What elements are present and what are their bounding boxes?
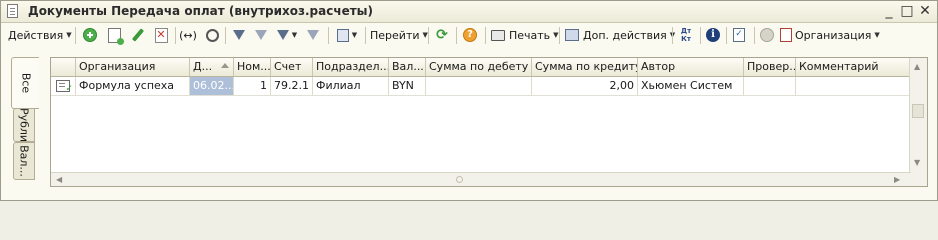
col-header-division[interactable]: Подраздел... — [313, 58, 389, 76]
copy-button[interactable] — [104, 24, 124, 46]
col-header-debit-sum[interactable]: Сумма по дебету — [426, 58, 532, 76]
clear-filter-icon — [307, 30, 319, 40]
tab-all[interactable]: Все — [11, 57, 39, 109]
organization-menu-button[interactable]: Организация ▼ — [780, 24, 880, 46]
col-header-author[interactable]: Автор — [638, 58, 744, 76]
cell-author: Хьюмен Систем — [638, 77, 744, 95]
row-status-cell: ✓ — [51, 77, 76, 95]
print-menu-button[interactable]: Печать ▼ — [491, 24, 559, 46]
tab-currency[interactable]: Вал... — [13, 142, 35, 180]
pencil-icon — [131, 28, 145, 42]
help-icon: ? — [463, 28, 477, 42]
scroll-right-icon[interactable]: ▶ — [894, 175, 900, 184]
cell-account: 79.2.1 — [271, 77, 313, 95]
filter-history-icon — [276, 30, 289, 40]
col-header-organization[interactable]: Организация — [76, 58, 190, 76]
table-row[interactable]: ✓ Формула успеха 06.02... 1 79.2.1 Филиа… — [51, 77, 911, 96]
subordinate-docs-button[interactable]: ▼ — [333, 24, 361, 46]
scroll-thumb[interactable] — [912, 104, 924, 118]
delete-icon: ✕ — [154, 27, 168, 43]
info-icon: i — [706, 28, 720, 42]
documents-table: Организация Д... Ном... Счет Подраздел..… — [50, 57, 928, 187]
refresh-icon: ⟳ — [436, 27, 448, 43]
minimize-button[interactable]: _ — [881, 3, 897, 19]
horizontal-scrollbar[interactable]: ◀ ▶ — [51, 172, 911, 186]
cell-checked — [744, 77, 796, 95]
cell-date: 06.02... — [190, 77, 234, 95]
add-button[interactable] — [80, 24, 100, 46]
cell-currency: BYN — [389, 77, 426, 95]
scroll-left-icon[interactable]: ◀ — [56, 175, 62, 184]
scroll-down-icon[interactable]: ▼ — [914, 158, 920, 167]
col-header-comment[interactable]: Комментарий — [796, 58, 911, 76]
toolbar: Действия ▼ ✕ (↔) ▼ ▼ Перейти ▼ ⟳ ? Печат… — [4, 24, 934, 48]
add-icon — [83, 28, 97, 42]
search-icon — [205, 28, 219, 42]
subordinate-docs-icon — [336, 28, 349, 42]
actions-menu-button[interactable]: Действия ▼ — [8, 24, 72, 46]
info-button[interactable]: i — [703, 24, 723, 46]
clock-icon — [760, 28, 774, 42]
goto-menu-button[interactable]: Перейти ▼ — [370, 24, 428, 46]
cell-comment — [796, 77, 911, 95]
document-posted-icon: ✓ — [56, 80, 73, 94]
cell-division: Филиал — [313, 77, 389, 95]
maximize-button[interactable]: □ — [899, 3, 915, 19]
copy-icon — [107, 27, 124, 45]
filter-settings-button[interactable] — [229, 24, 249, 46]
col-header-account[interactable]: Счет — [271, 58, 313, 76]
col-header-date[interactable]: Д... — [190, 58, 234, 76]
vertical-scrollbar[interactable]: ▲ ▼ — [909, 58, 927, 186]
filter-by-value-button[interactable] — [251, 24, 271, 46]
cell-number: 1 — [234, 77, 271, 95]
extra-actions-label: Доп. действия — [583, 28, 667, 42]
col-header-credit-sum[interactable]: Сумма по кредиту — [532, 58, 638, 76]
col-header-number[interactable]: Ном... — [234, 58, 271, 76]
search-button[interactable] — [202, 24, 222, 46]
document-icon — [7, 4, 18, 18]
col-header-checked[interactable]: Провер... — [744, 58, 796, 76]
scroll-up-icon[interactable]: ▲ — [914, 62, 920, 71]
brackets-icon: (↔) — [179, 28, 197, 42]
organization-icon — [780, 28, 792, 42]
clear-filter-button[interactable] — [303, 24, 323, 46]
cell-debit-sum — [426, 77, 532, 95]
print-label: Печать — [509, 28, 551, 42]
structure-button[interactable]: (↔) — [178, 24, 198, 46]
filter-icon — [255, 30, 267, 40]
window-title: Документы Передача оплат (внутрихоз.расч… — [28, 4, 374, 18]
help-button[interactable]: ? — [460, 24, 480, 46]
organization-label: Организация — [795, 28, 872, 42]
actions-label: Действия — [8, 28, 64, 42]
dt-kt-button[interactable]: Дт Кт — [675, 24, 697, 46]
goto-label: Перейти — [370, 28, 420, 42]
check-list-icon: ✓ — [733, 28, 745, 42]
printer-icon — [491, 29, 505, 41]
delete-button[interactable]: ✕ — [151, 24, 171, 46]
history-button[interactable] — [757, 24, 777, 46]
refresh-button[interactable]: ⟳ — [432, 24, 452, 46]
filter-settings-icon — [233, 30, 245, 40]
document-list-window: Документы Передача оплат (внутрихоз.расч… — [0, 0, 938, 201]
cell-organization: Формула успеха — [76, 77, 190, 95]
scroll-grip-icon[interactable] — [456, 176, 463, 183]
col-header-icon[interactable] — [51, 58, 76, 76]
filter-history-button[interactable]: ▼ — [273, 24, 301, 46]
table-header: Организация Д... Ном... Счет Подраздел..… — [51, 58, 911, 77]
edit-button[interactable] — [128, 24, 148, 46]
tab-rubles[interactable]: Рубли — [13, 108, 35, 142]
extra-actions-icon — [565, 29, 579, 41]
post-documents-button[interactable]: ✓ — [729, 24, 749, 46]
list-area: Рубли Вал... Все Организация Д... Ном...… — [9, 53, 931, 195]
close-button[interactable]: ✕ — [917, 3, 933, 19]
cell-credit-sum: 2,00 — [532, 77, 638, 95]
vertical-tabs: Рубли Вал... Все — [9, 53, 49, 185]
extra-actions-menu-button[interactable]: Доп. действия▼ — [565, 24, 675, 46]
dt-kt-icon: Дт Кт — [680, 27, 692, 43]
col-header-currency[interactable]: Вал... — [389, 58, 426, 76]
sort-asc-icon — [221, 63, 229, 68]
title-bar: Документы Передача оплат (внутрихоз.расч… — [1, 1, 937, 23]
